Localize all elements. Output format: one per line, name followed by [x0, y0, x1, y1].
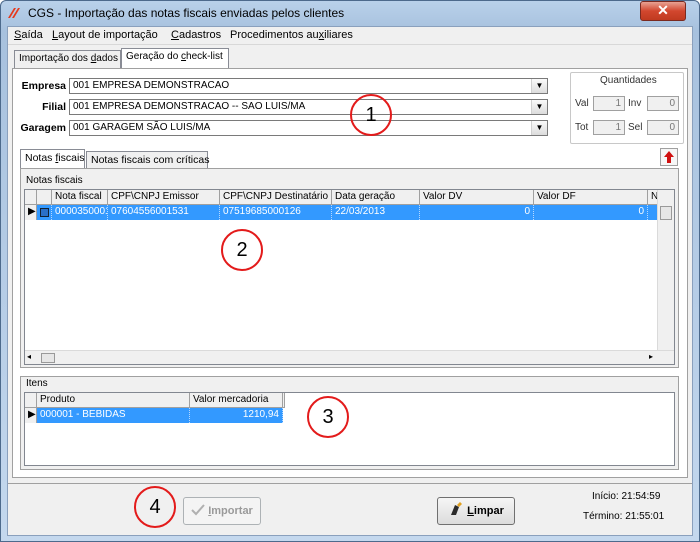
tot-field: 1: [593, 120, 625, 135]
col-valor-df[interactable]: Valor DF: [534, 190, 648, 205]
filial-label: Filial: [42, 101, 66, 113]
val-label: Val: [575, 98, 589, 109]
inicio-time: Início: 21:54:59: [592, 491, 661, 502]
chevron-down-icon[interactable]: ▼: [531, 100, 547, 114]
itens-grid-header: Produto Valor mercadoria: [25, 393, 285, 408]
red-arrow-up-icon: [664, 151, 674, 163]
col-produto[interactable]: Produto: [37, 393, 190, 408]
limpar-button[interactable]: Limpar: [437, 497, 515, 525]
eraser-icon: [451, 502, 463, 515]
importar-button[interactable]: Importar: [183, 497, 261, 525]
annotation-circle-4: 4: [134, 486, 176, 528]
vertical-scrollbar[interactable]: [657, 190, 674, 350]
col-cpf-emissor[interactable]: CPF\CNPJ Emissor: [108, 190, 220, 205]
table-row[interactable]: ▶ 0000350001 07604556001531 075196850001…: [25, 205, 657, 220]
tab-notas-com-criticas[interactable]: Notas fiscais com críticas: [86, 151, 209, 169]
garagem-label: Garagem: [20, 122, 66, 134]
indicator-col-header: [25, 190, 37, 205]
scroll-top-button[interactable]: [660, 148, 678, 166]
title-bar[interactable]: CGS - Importação das notas fiscais envia…: [0, 0, 698, 26]
close-button[interactable]: ✕: [640, 1, 686, 21]
checkbox-col-header: [37, 190, 52, 205]
empresa-select[interactable]: 001 EMPRESA DEMONSTRACAO ▼: [69, 78, 548, 94]
garagem-select[interactable]: 001 GARAGEM SÃO LUIS/MA ▼: [69, 120, 548, 136]
row-indicator-icon: ▶: [25, 408, 37, 423]
empresa-label: Empresa: [21, 80, 66, 92]
annotation-circle-3: 3: [307, 396, 349, 438]
sel-label: Sel: [628, 122, 643, 133]
menu-layout-importacao[interactable]: Layout de importação: [52, 29, 158, 41]
cell-cpf-destinatario: 07519685000126: [220, 205, 332, 220]
cell-valor-mercadoria: 1210,94: [190, 408, 283, 423]
annotation-circle-1: 1: [350, 94, 392, 136]
tab-importacao-dados[interactable]: Importação dos dados: [14, 50, 121, 68]
itens-grid[interactable]: Produto Valor mercadoria ▶ 000001 - BEBI…: [24, 392, 675, 466]
row-checkbox[interactable]: [37, 205, 52, 220]
inv-label: Inv: [628, 98, 642, 109]
indicator-col-header: [25, 393, 37, 408]
col-data-geracao[interactable]: Data geração: [332, 190, 420, 205]
notas-grid[interactable]: Nota fiscal CPF\CNPJ Emissor CPF\CNPJ De…: [24, 189, 675, 365]
menu-procedimentos-auxiliares[interactable]: Procedimentos auxiliares: [230, 29, 353, 41]
chevron-down-icon[interactable]: ▼: [531, 79, 547, 93]
close-icon: ✕: [657, 2, 669, 18]
notas-fiscais-caption: Notas fiscais: [26, 175, 83, 186]
notas-grid-header: Nota fiscal CPF\CNPJ Emissor CPF\CNPJ De…: [25, 190, 658, 205]
val-field: 1: [593, 96, 625, 111]
cell-valor-df: 0: [534, 205, 648, 220]
cell-valor-dv: 0: [420, 205, 534, 220]
col-nota-fiscal[interactable]: Nota fiscal: [52, 190, 108, 205]
col-cpf-destinatario[interactable]: CPF\CNPJ Destinatário: [220, 190, 332, 205]
menu-saida[interactable]: Saída: [14, 29, 43, 41]
check-icon: [191, 504, 205, 516]
quantidades-title: Quantidades: [600, 75, 657, 86]
cell-produto: 000001 - BEBIDAS: [37, 408, 190, 423]
window-title: CGS - Importação das notas fiscais envia…: [28, 6, 345, 20]
tab-geracao-checklist[interactable]: Geração do check-list: [121, 48, 229, 68]
col-valor-dv[interactable]: Valor DV: [420, 190, 534, 205]
app-logo-icon: [6, 6, 22, 20]
footer-divider: [8, 483, 692, 484]
cell-nota-fiscal: 0000350001: [52, 205, 108, 220]
menu-cadastros[interactable]: Cadastros: [171, 29, 221, 41]
horizontal-scrollbar[interactable]: ◂ ▸: [25, 350, 674, 364]
top-tab-strip: Importação dos dados Geração do check-li…: [14, 48, 314, 68]
annotation-circle-2: 2: [221, 229, 263, 271]
filial-select[interactable]: 001 EMPRESA DEMONSTRACAO -- SAO LUIS/MA ▼: [69, 99, 548, 115]
itens-caption: Itens: [26, 378, 48, 389]
tab-notas-fiscais[interactable]: Notas fiscais: [20, 149, 85, 170]
termino-time: Término: 21:55:01: [583, 511, 665, 522]
cell-cpf-emissor: 07604556001531: [108, 205, 220, 220]
table-row[interactable]: ▶ 000001 - BEBIDAS 1210,94: [25, 408, 283, 423]
col-valor-mercadoria[interactable]: Valor mercadoria: [190, 393, 283, 408]
inner-tab-strip: Notas fiscais Notas fiscais com críticas: [20, 149, 220, 170]
sel-field: 0: [647, 120, 679, 135]
inv-field: 0: [647, 96, 679, 111]
chevron-down-icon[interactable]: ▼: [531, 121, 547, 135]
cell-data-geracao: 22/03/2013: [332, 205, 420, 220]
row-indicator-icon: ▶: [25, 205, 37, 220]
tot-label: Tot: [575, 122, 589, 133]
